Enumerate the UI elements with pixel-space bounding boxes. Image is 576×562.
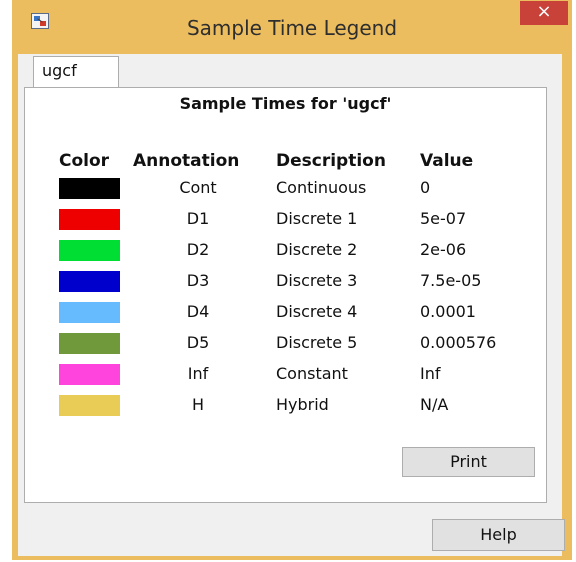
tab-ugcf[interactable]: ugcf xyxy=(33,56,119,88)
value-cell: N/A xyxy=(420,395,449,414)
color-swatch xyxy=(59,333,120,354)
annotation-cell: D4 xyxy=(186,302,210,321)
column-header-value: Value xyxy=(420,151,474,171)
close-icon: × xyxy=(536,1,552,22)
column-header-color: Color xyxy=(59,151,110,171)
value-cell: 2e-06 xyxy=(420,240,467,259)
description-cell: Constant xyxy=(276,364,348,383)
dialog-client-area: ugcf Sample Times for 'ugcf' Color Annot… xyxy=(18,54,565,556)
value-cell: 0 xyxy=(420,178,431,197)
legend-row: D4 Discrete 4 0.0001 xyxy=(25,301,546,325)
close-button[interactable]: × xyxy=(520,1,568,25)
color-swatch xyxy=(59,209,120,230)
column-header-annotation: Annotation xyxy=(133,151,240,171)
description-cell: Discrete 3 xyxy=(276,271,358,290)
color-swatch xyxy=(59,271,120,292)
legend-heading: Sample Times for 'ugcf' xyxy=(179,94,392,113)
legend-row: H Hybrid N/A xyxy=(25,394,546,418)
annotation-cell: Cont xyxy=(179,178,217,197)
value-cell: 0.000576 xyxy=(420,333,497,352)
annotation-cell: D5 xyxy=(186,333,210,352)
color-swatch xyxy=(59,302,120,323)
legend-row: D2 Discrete 2 2e-06 xyxy=(25,239,546,263)
help-button[interactable]: Help xyxy=(432,519,565,551)
legend-row: D5 Discrete 5 0.000576 xyxy=(25,332,546,356)
sample-time-legend-window: Sample Time Legend × ugcf Sample Times f… xyxy=(12,0,572,560)
annotation-cell: H xyxy=(191,395,205,414)
value-cell: Inf xyxy=(420,364,441,383)
color-swatch xyxy=(59,364,120,385)
description-cell: Discrete 5 xyxy=(276,333,358,352)
title-bar[interactable]: Sample Time Legend × xyxy=(12,0,572,60)
description-cell: Discrete 4 xyxy=(276,302,358,321)
legend-row: D3 Discrete 3 7.5e-05 xyxy=(25,270,546,294)
annotation-cell: D3 xyxy=(186,271,210,290)
legend-panel: Sample Times for 'ugcf' Color Annotation… xyxy=(24,87,547,503)
description-cell: Hybrid xyxy=(276,395,329,414)
column-header-description: Description xyxy=(276,151,386,171)
description-cell: Continuous xyxy=(276,178,367,197)
annotation-cell: D2 xyxy=(186,240,210,259)
annotation-cell: Inf xyxy=(187,364,209,383)
legend-row: D1 Discrete 1 5e-07 xyxy=(25,208,546,232)
print-button[interactable]: Print xyxy=(402,447,535,477)
color-swatch xyxy=(59,395,120,416)
value-cell: 7.5e-05 xyxy=(420,271,482,290)
value-cell: 5e-07 xyxy=(420,209,467,228)
legend-row: Inf Constant Inf xyxy=(25,363,546,387)
legend-row: Cont Continuous 0 xyxy=(25,177,546,201)
annotation-cell: D1 xyxy=(186,209,210,228)
color-swatch xyxy=(59,178,120,199)
value-cell: 0.0001 xyxy=(420,302,476,321)
window-title: Sample Time Legend xyxy=(186,16,398,40)
description-cell: Discrete 1 xyxy=(276,209,358,228)
description-cell: Discrete 2 xyxy=(276,240,358,259)
color-swatch xyxy=(59,240,120,261)
